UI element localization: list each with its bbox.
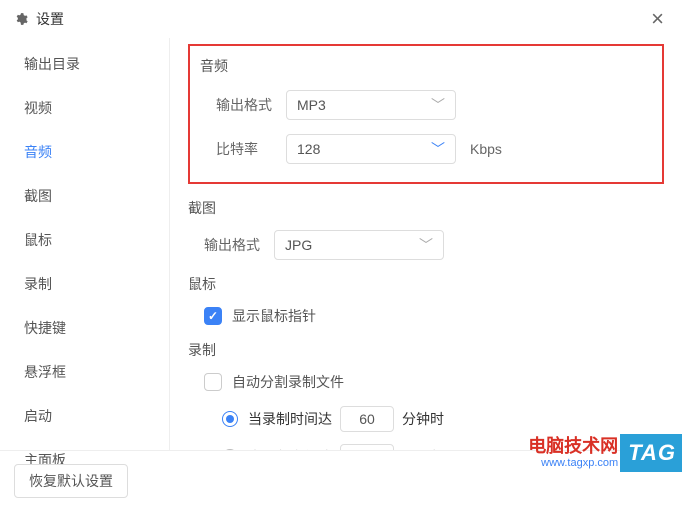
auto-split-checkbox[interactable] xyxy=(204,373,222,391)
sidebar: 输出目录 视频 音频 截图 鼠标 录制 快捷键 悬浮框 启动 主面板 xyxy=(0,38,170,450)
bitrate-unit: Kbps xyxy=(470,141,502,157)
section-title-record: 录制 xyxy=(188,340,664,360)
section-title-screenshot: 截图 xyxy=(188,198,664,218)
audio-section-highlight: 音频 输出格式 MP3 ﹀ 比特率 128 ﹀ Kbps xyxy=(188,44,664,184)
main-panel: 音频 输出格式 MP3 ﹀ 比特率 128 ﹀ Kbps 截图 输出格式 xyxy=(170,38,682,450)
split-size-unit: MB时 xyxy=(402,447,437,450)
split-size-radio[interactable] xyxy=(222,449,238,450)
screenshot-format-label: 输出格式 xyxy=(204,235,274,255)
screenshot-format-row: 输出格式 JPG ﹀ xyxy=(188,230,664,260)
audio-format-row: 输出格式 MP3 ﹀ xyxy=(200,90,652,120)
reset-defaults-button[interactable]: 恢复默认设置 xyxy=(14,464,128,498)
sidebar-item-float[interactable]: 悬浮框 xyxy=(0,350,169,394)
split-time-radio[interactable] xyxy=(222,411,238,427)
auto-split-label: 自动分割录制文件 xyxy=(232,372,344,392)
sidebar-item-video[interactable]: 视频 xyxy=(0,86,169,130)
close-button[interactable]: × xyxy=(647,8,668,30)
split-mode-group: 当录制时间达 60 分钟时 当录制文件达 500 MB时 xyxy=(188,406,664,450)
sidebar-item-screenshot[interactable]: 截图 xyxy=(0,174,169,218)
chevron-down-icon: ﹀ xyxy=(431,95,445,115)
screenshot-format-select[interactable]: JPG ﹀ xyxy=(274,230,444,260)
audio-format-label: 输出格式 xyxy=(216,95,286,115)
show-pointer-label: 显示鼠标指针 xyxy=(232,306,316,326)
audio-bitrate-value: 128 xyxy=(297,141,320,157)
sidebar-item-mouse[interactable]: 鼠标 xyxy=(0,218,169,262)
audio-bitrate-label: 比特率 xyxy=(216,139,286,159)
audio-bitrate-row: 比特率 128 ﹀ Kbps xyxy=(200,134,652,164)
show-pointer-checkbox[interactable] xyxy=(204,307,222,325)
section-title-mouse: 鼠标 xyxy=(188,274,664,294)
window-title: 设置 xyxy=(36,9,64,29)
sidebar-item-audio[interactable]: 音频 xyxy=(0,130,169,174)
section-title-audio: 音频 xyxy=(200,56,652,76)
audio-format-select[interactable]: MP3 ﹀ xyxy=(286,90,456,120)
split-time-prefix: 当录制时间达 xyxy=(248,409,332,429)
audio-format-value: MP3 xyxy=(297,97,326,113)
auto-split-row: 自动分割录制文件 xyxy=(188,372,664,392)
split-size-input[interactable]: 500 xyxy=(340,444,394,450)
split-time-row: 当录制时间达 60 分钟时 xyxy=(222,406,664,432)
screenshot-format-value: JPG xyxy=(285,237,312,253)
window-header: 设置 × xyxy=(0,0,682,38)
gear-icon xyxy=(14,12,28,26)
split-size-row: 当录制文件达 500 MB时 xyxy=(222,444,664,450)
sidebar-item-record[interactable]: 录制 xyxy=(0,262,169,306)
sidebar-item-output-dir[interactable]: 输出目录 xyxy=(0,42,169,86)
show-pointer-row: 显示鼠标指针 xyxy=(188,306,664,326)
split-time-input[interactable]: 60 xyxy=(340,406,394,432)
sidebar-item-hotkey[interactable]: 快捷键 xyxy=(0,306,169,350)
split-size-prefix: 当录制文件达 xyxy=(248,447,332,450)
audio-bitrate-select[interactable]: 128 ﹀ xyxy=(286,134,456,164)
chevron-down-icon: ﹀ xyxy=(419,235,433,255)
sidebar-item-startup[interactable]: 启动 xyxy=(0,394,169,438)
chevron-down-icon: ﹀ xyxy=(431,139,445,159)
split-time-unit: 分钟时 xyxy=(402,409,444,429)
